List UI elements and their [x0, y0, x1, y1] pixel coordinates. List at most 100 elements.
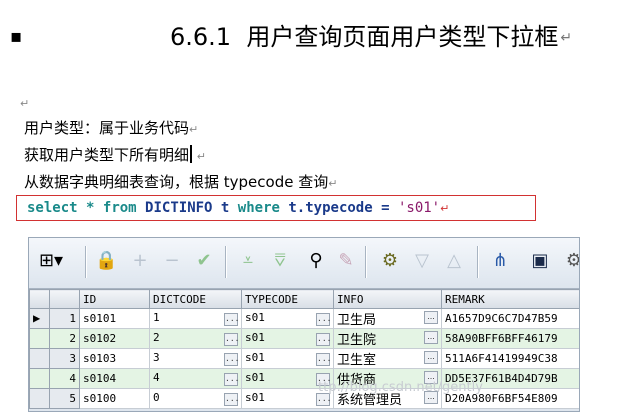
cell-typecode[interactable]: s01... [241, 348, 334, 369]
cell-edit-button[interactable]: ... [224, 333, 239, 346]
row-header[interactable] [29, 368, 50, 389]
sql-code-box[interactable]: select * from DICTINFO t where t.typecod… [16, 195, 536, 221]
current-row-indicator[interactable]: ▶ [29, 308, 50, 329]
confirm-icon[interactable]: ✔ [193, 250, 215, 272]
row-header[interactable] [29, 388, 50, 409]
table-row[interactable]: 3 s0103 3... s01... 卫生室... 511A6F4141994… [29, 348, 579, 369]
cell-info[interactable]: 卫生室... [333, 348, 442, 369]
paragraph-mark-icon: ↵ [20, 97, 30, 110]
toolbar-separator [365, 246, 367, 278]
table-row[interactable]: ▶ 1 s0101 1... s01... 卫生局... A1657D9C6C7… [29, 308, 579, 329]
heading-title: 用户查询页面用户类型下拉框 [246, 23, 559, 51]
clear-icon[interactable]: ✎ [335, 250, 357, 272]
table-header-row: ID DICTCODE TYPECODE INFO REMARK [29, 289, 579, 309]
cell-id[interactable]: s0100 [79, 388, 150, 409]
paragraph-mark-icon: ↵ [440, 202, 450, 215]
cell-id[interactable]: s0101 [79, 308, 150, 329]
cell-edit-button[interactable]: ... [224, 353, 239, 366]
cell-info[interactable]: 卫生局... [333, 308, 442, 329]
column-header-remark[interactable]: REMARK [441, 289, 579, 309]
section-heading: 6.6.1 用户查询页面用户类型下拉框 ↵ [170, 22, 572, 53]
cell-typecode[interactable]: s01... [241, 308, 334, 329]
grid-menu-icon[interactable]: ⊞▾ [35, 250, 67, 272]
cell-remark[interactable]: 511A6F41419949C38 [441, 348, 579, 369]
row-number: 4 [49, 368, 80, 389]
sql-condition: t.typecode = [288, 200, 390, 216]
cell-edit-button[interactable]: ... [424, 351, 438, 364]
add-icon[interactable]: + [129, 250, 151, 272]
cell-edit-button[interactable]: ... [224, 313, 239, 326]
query-icon[interactable]: ⚙ [379, 250, 401, 272]
find-icon[interactable]: ⚲ [305, 250, 327, 272]
sql-keyword: where [237, 200, 280, 216]
paragraph-1[interactable]: 用户类型：属于业务代码↵ [24, 117, 198, 141]
column-header-typecode[interactable]: TYPECODE [241, 289, 334, 309]
save-icon[interactable]: ▣ [529, 250, 551, 272]
cell-dictcode[interactable]: 3... [149, 348, 242, 369]
watermark: ttp://blog.csdn.net/gently [318, 380, 483, 395]
remove-icon[interactable]: − [161, 250, 183, 272]
table-row[interactable]: 4 s0104 4... s01... 供货商... DD5E37F61B4D4… [29, 368, 579, 389]
row-number: 2 [49, 328, 80, 349]
bullet-icon: ▪ [10, 26, 23, 47]
heading-number: 6.6.1 [170, 23, 232, 51]
corner-cell[interactable] [29, 289, 50, 309]
cell-edit-button[interactable]: ... [224, 393, 239, 406]
paragraph-text: 从数据字典明细表查询，根据 typecode 查询 [24, 173, 329, 191]
cell-typecode[interactable]: s01... [241, 328, 334, 349]
cell-dictcode[interactable]: 0... [149, 388, 242, 409]
row-number: 1 [49, 308, 80, 329]
paragraph-3[interactable]: 从数据字典明细表查询，根据 typecode 查询↵ [24, 171, 337, 195]
cell-dictcode[interactable]: 1... [149, 308, 242, 329]
sql-table: DICTINFO t [145, 200, 230, 216]
table-row[interactable]: 2 s0102 2... s01... 卫生院... 58A90BFF6BFF4… [29, 328, 579, 349]
table-row[interactable]: 5 s0100 0... s01... 系统管理员... D20A980F6BF… [29, 388, 579, 409]
row-header[interactable] [29, 348, 50, 369]
cell-dictcode[interactable]: 4... [149, 368, 242, 389]
current-row-arrow-icon: ▶ [33, 311, 41, 325]
cell-edit-button[interactable]: ... [316, 333, 331, 346]
sql-string: 's01' [397, 200, 441, 216]
paragraph-mark-icon: ↵ [560, 30, 573, 46]
row-number: 3 [49, 348, 80, 369]
grid-toolbar: ⊞▾ 🔒 + − ✔ ⩡ ⩢ ⚲ ✎ ⚙ ▽ △ ⋔ ▣ ⚙ [29, 238, 579, 289]
row-number: 5 [49, 388, 80, 409]
sql-keyword: select [27, 200, 78, 216]
filter-down-icon[interactable]: ⩡ [237, 250, 259, 272]
cell-edit-button[interactable]: ... [316, 313, 331, 326]
paragraph-mark-icon: ↵ [196, 150, 207, 163]
cell-dictcode[interactable]: 2... [149, 328, 242, 349]
tree-icon[interactable]: ⋔ [489, 250, 511, 272]
more-icon[interactable]: ⚙ [563, 250, 579, 272]
cell-edit-button[interactable]: ... [316, 353, 331, 366]
cell-edit-button[interactable]: ... [224, 373, 239, 386]
row-header[interactable] [29, 328, 50, 349]
rownum-header [49, 289, 80, 309]
cell-remark[interactable]: 58A90BFF6BFF46179 [441, 328, 579, 349]
text-cursor [190, 145, 193, 163]
column-header-dictcode[interactable]: DICTCODE [149, 289, 242, 309]
cell-edit-button[interactable]: ... [424, 311, 438, 324]
sort-desc-icon[interactable]: △ [443, 250, 465, 272]
sql-star: * [86, 200, 95, 216]
paragraph-mark-icon: ↵ [328, 177, 338, 190]
cell-info[interactable]: 卫生院... [333, 328, 442, 349]
filter-all-icon[interactable]: ⩢ [269, 250, 291, 272]
cell-id[interactable]: s0103 [79, 348, 150, 369]
toolbar-separator [85, 246, 87, 278]
sort-asc-icon[interactable]: ▽ [411, 250, 433, 272]
column-header-id[interactable]: ID [79, 289, 150, 309]
paragraph-text: 用户类型：属于业务代码 [24, 119, 190, 137]
column-header-info[interactable]: INFO [333, 289, 442, 309]
cell-remark[interactable]: A1657D9C6C7D47B59 [441, 308, 579, 329]
paragraph-text: 获取用户类型下所有明细 [24, 146, 190, 164]
paragraph-mark-icon: ↵ [189, 123, 199, 136]
lock-icon[interactable]: 🔒 [95, 250, 117, 272]
cell-id[interactable]: s0104 [79, 368, 150, 389]
toolbar-separator [225, 246, 227, 278]
cell-edit-button[interactable]: ... [424, 331, 438, 344]
sql-keyword: from [102, 200, 137, 216]
cell-id[interactable]: s0102 [79, 328, 150, 349]
paragraph-2[interactable]: 获取用户类型下所有明细 ↵ [24, 144, 206, 168]
result-table: ID DICTCODE TYPECODE INFO REMARK ▶ 1 s01… [29, 289, 579, 409]
